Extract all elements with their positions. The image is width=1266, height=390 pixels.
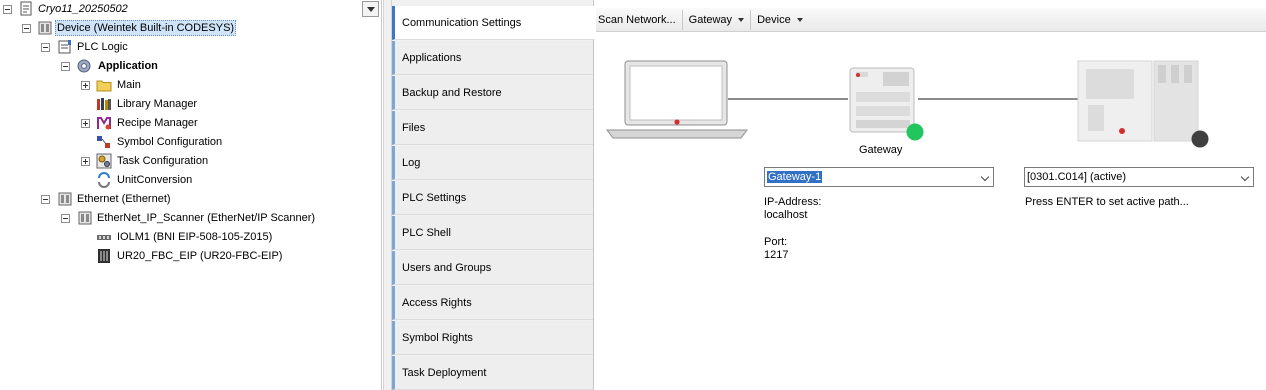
gateway-ip-value: localhost	[764, 209, 808, 221]
tree-item-label: Device (Weintek Built-in CODESYS)	[55, 20, 237, 36]
device-select-value: [0301.C014] (active)	[1027, 171, 1127, 183]
tree-item-symbol-configuration[interactable]: Symbol Configuration	[0, 133, 360, 152]
tab-communication-settings[interactable]: Communication Settings	[392, 6, 595, 40]
expand-toggle-icon[interactable]	[81, 81, 90, 90]
collapse-toggle-icon[interactable]	[22, 24, 31, 33]
tree-item-main[interactable]: Main	[0, 76, 360, 95]
chevron-down-icon	[796, 17, 803, 22]
tree-item-plc-logic[interactable]: PLC Logic	[0, 38, 360, 57]
library-icon	[97, 98, 111, 110]
expand-toggle-icon[interactable]	[81, 157, 90, 166]
tree-item-iolm1[interactable]: IOLM1 (BNI EIP-508-105-Z015)	[0, 228, 360, 247]
tree-item-label: Main	[117, 79, 141, 91]
tree-item-label: Ethernet (Ethernet)	[77, 193, 171, 205]
tree-item-project[interactable]: Cryo11_20250502	[0, 0, 360, 19]
tree-item-label: IOLM1 (BNI EIP-508-105-Z015)	[117, 231, 273, 243]
tree-item-label: Cryo11_20250502	[38, 3, 128, 15]
panel-splitter[interactable]	[383, 0, 392, 390]
io-module-icon	[98, 249, 110, 263]
device-menu-button[interactable]: Device	[751, 10, 809, 30]
tree-item-application[interactable]: Application	[0, 57, 360, 76]
plc-logic-icon	[58, 40, 71, 54]
device-select[interactable]: [0301.C014] (active)	[1024, 167, 1254, 187]
tree-item-unit-conversion[interactable]: UnitConversion	[0, 171, 360, 190]
tab-files[interactable]: Files	[392, 111, 593, 145]
tab-users-and-groups[interactable]: Users and Groups	[392, 251, 593, 285]
chevron-down-icon	[1240, 172, 1250, 182]
tab-backup-and-restore[interactable]: Backup and Restore	[392, 76, 593, 110]
device-path-hint: Press ENTER to set active path...	[1025, 196, 1189, 208]
tab-task-deployment[interactable]: Task Deployment	[392, 356, 593, 390]
folder-icon	[96, 80, 112, 92]
gateway-port-value: 1217	[764, 249, 789, 261]
tree-item-label: UnitConversion	[117, 174, 193, 186]
scanner-icon	[78, 211, 92, 225]
symbol-config-icon	[97, 136, 110, 148]
tree-item-label: EtherNet_IP_Scanner (EtherNet/IP Scanner…	[97, 212, 316, 224]
tree-item-device[interactable]: Device (Weintek Built-in CODESYS)	[0, 19, 380, 38]
project-icon	[20, 1, 32, 16]
gateway-select[interactable]: Gateway-1	[764, 167, 994, 187]
device-menu-label: Device	[757, 13, 791, 26]
chevron-down-icon	[980, 172, 990, 182]
tree-item-label: Symbol Configuration	[117, 136, 223, 148]
tree-item-library-manager[interactable]: Library Manager	[0, 95, 360, 114]
tree-item-ur20-fbc-eip[interactable]: UR20_FBC_EIP (UR20-FBC-EIP)	[0, 247, 360, 266]
gateway-menu-label: Gateway	[688, 13, 733, 26]
collapse-toggle-icon[interactable]	[61, 214, 70, 223]
tree-item-label: Task Configuration	[117, 155, 209, 167]
network-path-view: Gateway Gateway-1 [0301.C014] (active) I…	[596, 33, 1266, 390]
ethernet-icon	[58, 192, 72, 206]
collapse-toggle-icon[interactable]	[3, 5, 12, 14]
tab-plc-shell[interactable]: PLC Shell	[392, 216, 593, 250]
iolm-icon	[97, 235, 111, 240]
collapse-toggle-icon[interactable]	[41, 195, 50, 204]
tree-item-label: Application	[98, 60, 158, 72]
recipe-icon	[97, 117, 111, 130]
device-tree: Cryo11_20250502 Device (Weintek Built-in…	[0, 0, 382, 390]
gateway-select-value: Gateway-1	[767, 171, 823, 183]
gateway-menu-button[interactable]: Gateway	[683, 9, 752, 30]
tab-symbol-rights[interactable]: Symbol Rights	[392, 321, 593, 355]
settings-tab-list: Communication Settings Applications Back…	[392, 0, 595, 390]
task-config-icon	[96, 153, 112, 169]
laptop-icon[interactable]	[606, 60, 748, 142]
scan-network-button[interactable]: Scan Network...	[596, 9, 683, 30]
tree-item-ethernet-ip-scanner[interactable]: EtherNet_IP_Scanner (EtherNet/IP Scanner…	[0, 209, 360, 228]
tab-plc-settings[interactable]: PLC Settings	[392, 181, 593, 215]
chevron-down-icon	[738, 17, 745, 22]
tab-applications[interactable]: Applications	[392, 41, 593, 75]
gateway-status-dot	[906, 123, 924, 141]
tree-item-label: Library Manager	[117, 98, 198, 110]
gateway-caption: Gateway	[859, 144, 903, 156]
communication-toolbar: Scan Network... Gateway Device	[596, 8, 1266, 32]
scan-network-label: Scan Network...	[598, 13, 676, 26]
device-icon	[38, 21, 52, 35]
collapse-toggle-icon[interactable]	[41, 43, 50, 52]
tree-item-ethernet[interactable]: Ethernet (Ethernet)	[0, 190, 360, 209]
device-status-dot	[1191, 130, 1209, 148]
plc-device-icon[interactable]	[1076, 59, 1202, 147]
unit-conversion-icon	[98, 172, 110, 188]
tree-item-task-configuration[interactable]: Task Configuration	[0, 152, 360, 171]
tree-item-label: Recipe Manager	[117, 117, 198, 129]
gateway-ip-label: IP-Address:	[764, 196, 822, 208]
tree-dropdown-button[interactable]	[362, 1, 379, 17]
tab-access-rights[interactable]: Access Rights	[392, 286, 593, 320]
collapse-toggle-icon[interactable]	[61, 62, 70, 71]
expand-toggle-icon[interactable]	[81, 119, 90, 128]
tree-item-recipe-manager[interactable]: Recipe Manager	[0, 114, 360, 133]
application-gear-icon	[77, 59, 91, 73]
tree-item-label: PLC Logic	[77, 41, 128, 53]
gateway-port-label: Port:	[764, 236, 788, 248]
tab-log[interactable]: Log	[392, 146, 593, 180]
tree-item-label: UR20_FBC_EIP (UR20-FBC-EIP)	[117, 250, 283, 262]
